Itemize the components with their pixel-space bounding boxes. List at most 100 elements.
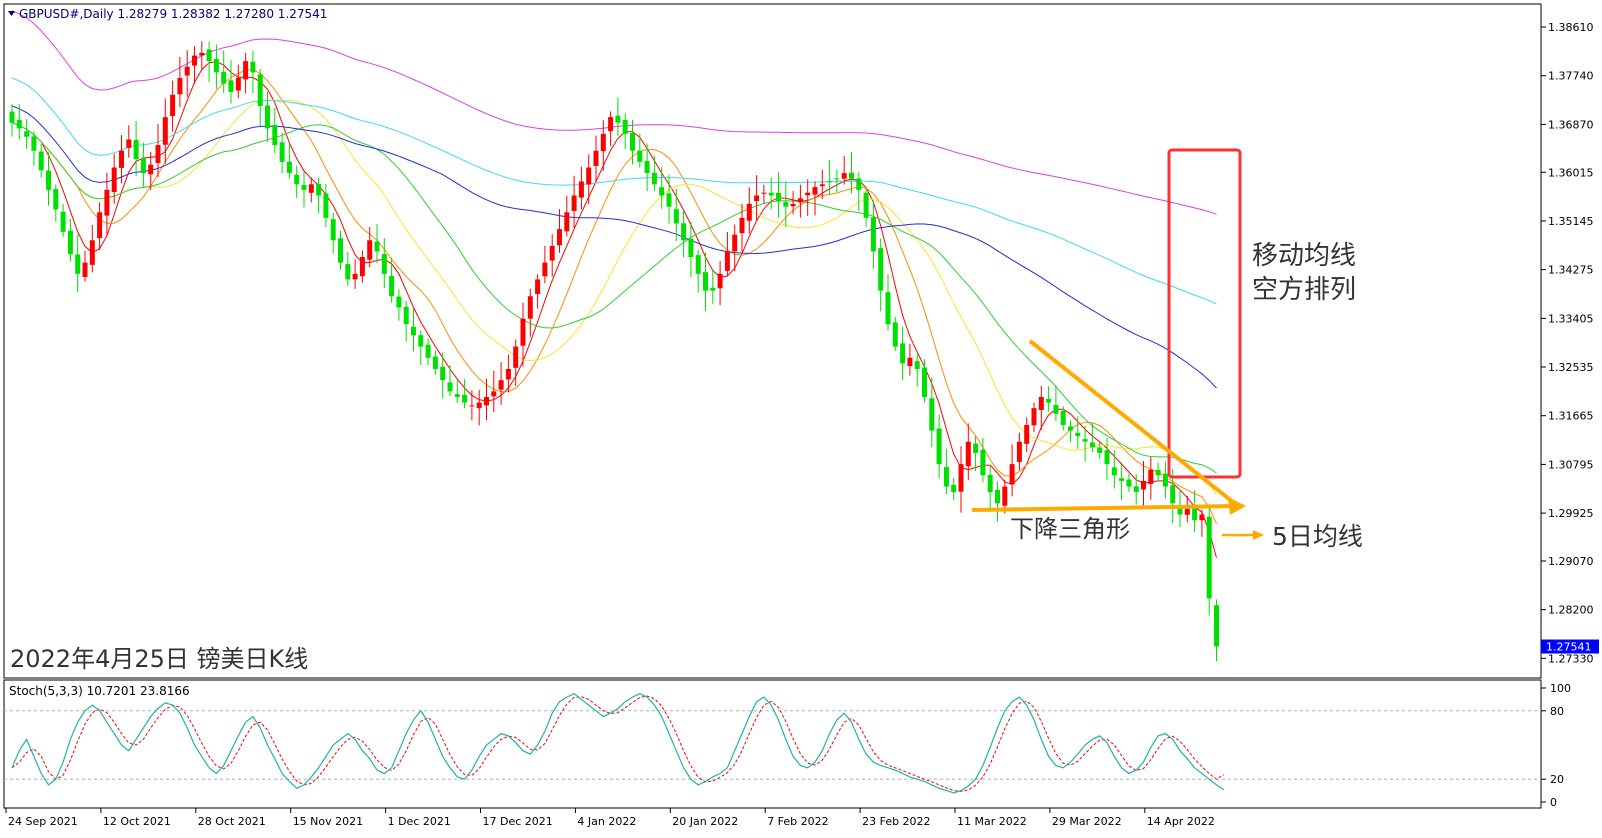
candle-body — [367, 240, 373, 260]
candle-body — [133, 139, 139, 160]
time-tick-label: 17 Dec 2021 — [483, 815, 553, 828]
candle-body — [549, 245, 555, 261]
candle-body — [892, 322, 898, 347]
candle-body — [104, 189, 110, 216]
candle-body — [97, 212, 103, 239]
candle-body — [177, 77, 183, 95]
candle-body — [1075, 432, 1081, 437]
stoch-tick-label: 20 — [1550, 773, 1564, 786]
candle-body — [206, 49, 212, 62]
candle-body — [520, 318, 526, 346]
candle-body — [418, 335, 424, 347]
candle-body — [995, 489, 1000, 504]
candle-body — [381, 254, 387, 274]
candle-body — [345, 264, 351, 280]
candle-body — [1148, 469, 1154, 484]
candle-body — [768, 192, 774, 196]
candle-body — [228, 80, 234, 92]
candle-body — [75, 254, 81, 274]
candle-body — [82, 262, 88, 278]
candle-body — [849, 172, 854, 179]
candle-body — [746, 203, 752, 221]
price-axis: 1.38610 1.37740 1.36870 1.36015 1.35145 1.342… — [1541, 21, 1599, 665]
candle-body — [374, 241, 380, 252]
symbol-header: GBPUSD#,Daily 1.28279 1.28382 1.27280 1.… — [19, 7, 327, 21]
candle-body — [717, 273, 723, 289]
time-tick-label: 12 Oct 2021 — [103, 815, 171, 828]
candle-body — [301, 184, 307, 190]
candle-body — [673, 209, 679, 224]
candle-body — [732, 234, 738, 252]
candle-body — [805, 192, 811, 196]
candle-body — [681, 223, 687, 241]
candle-body — [1214, 605, 1219, 647]
candle-body — [754, 195, 760, 202]
price-tick-label: 1.29070 — [1548, 555, 1594, 568]
candle-body — [67, 230, 73, 255]
price-tick-label: 1.36015 — [1548, 166, 1594, 179]
candle-body — [739, 217, 745, 234]
candle-body — [637, 150, 643, 162]
candle-body — [1119, 478, 1125, 481]
candle-body — [870, 217, 876, 252]
price-tick-label: 1.33405 — [1548, 312, 1594, 325]
candle-body — [454, 394, 460, 397]
candle-body — [38, 151, 44, 171]
current-price-value: 1.27541 — [1546, 641, 1592, 654]
candle-body — [184, 66, 190, 76]
time-axis: 24 Sep 2021 12 Oct 2021 28 Oct 2021 15 Nov … — [5, 808, 1215, 828]
candle-body — [630, 133, 635, 151]
candle-body — [192, 55, 197, 66]
price-tick-label: 1.38610 — [1548, 21, 1594, 34]
candle-body — [1031, 408, 1037, 426]
candle-body — [586, 167, 592, 185]
candle-body — [323, 193, 329, 218]
candle-body — [484, 396, 489, 406]
time-tick-label: 1 Dec 2021 — [388, 815, 451, 828]
candle-body — [9, 111, 15, 123]
candle-body — [863, 192, 869, 218]
candle-body — [1097, 447, 1103, 453]
candle-body — [89, 240, 95, 265]
candle-body — [951, 484, 957, 493]
candle-body — [622, 120, 628, 134]
candle-body — [790, 203, 796, 207]
candle-body — [1024, 424, 1030, 444]
candle-body — [615, 115, 621, 123]
candle-body — [936, 428, 942, 465]
candle-body — [330, 219, 336, 241]
stoch-label: Stoch(5,3,3) 10.7201 23.8166 — [9, 684, 190, 698]
chart-svg[interactable]: 1.38610 1.37740 1.36870 1.36015 1.35145 1.342… — [0, 0, 1602, 834]
price-tick-label: 1.27330 — [1548, 652, 1594, 665]
candle-body — [279, 142, 285, 162]
candle-body — [389, 275, 395, 297]
candle-body — [542, 262, 548, 277]
candle-body — [24, 131, 30, 137]
price-tick-label: 1.30795 — [1548, 458, 1594, 471]
price-tick-label: 1.32535 — [1548, 361, 1594, 374]
candle-body — [396, 296, 402, 308]
candle-body — [980, 449, 986, 476]
candle-body — [987, 474, 993, 493]
price-tick-label: 1.36870 — [1548, 118, 1594, 131]
candle-body — [440, 366, 446, 381]
time-tick-label: 23 Feb 2022 — [862, 815, 930, 828]
candle-body — [46, 170, 51, 190]
candle-body — [1016, 441, 1022, 462]
candle-body — [250, 61, 256, 73]
main-chart-frame — [3, 3, 1542, 679]
candle-body — [1082, 439, 1088, 442]
candle-body — [834, 178, 840, 180]
candle-body — [111, 167, 117, 193]
stoch-tick-label: 80 — [1550, 705, 1564, 718]
candle-body — [462, 394, 468, 403]
candle-body — [119, 150, 124, 168]
candle-body — [958, 464, 964, 492]
candle-body — [498, 380, 504, 390]
candle-body — [1141, 480, 1146, 490]
candle-body — [213, 58, 219, 73]
candle-body — [761, 192, 767, 194]
candle-body — [403, 306, 409, 325]
price-tick-label: 1.31665 — [1548, 410, 1594, 423]
candle-body — [352, 273, 358, 280]
